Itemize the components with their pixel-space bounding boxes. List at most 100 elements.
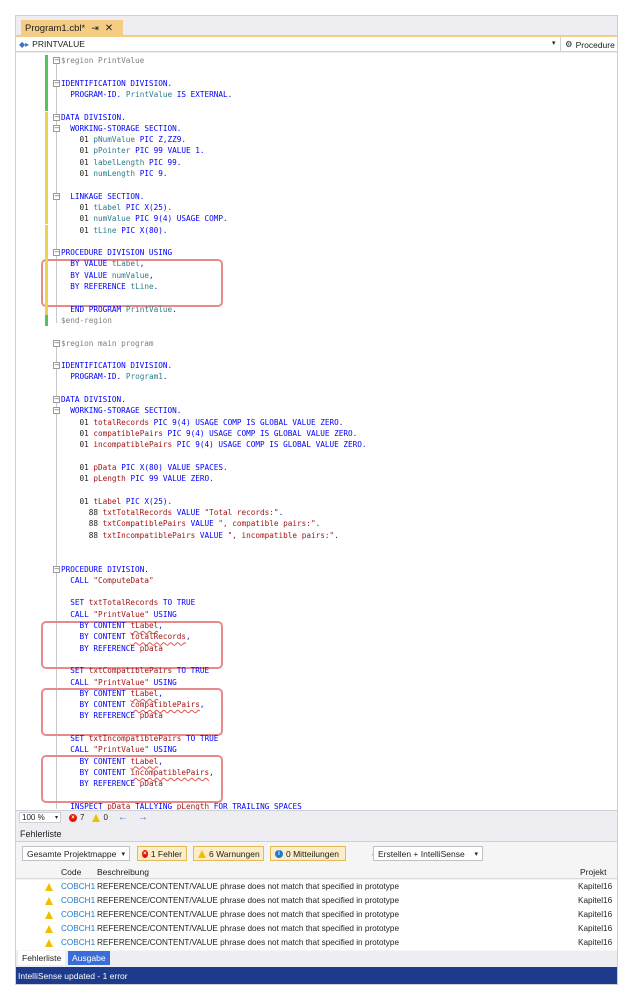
code-line[interactable]: 01 pLength PIC 99 VALUE ZERO. <box>16 473 617 484</box>
column-header-project[interactable]: Projekt <box>580 865 606 879</box>
code-line[interactable]: 88 txtTotalRecords VALUE "Total records:… <box>16 507 617 518</box>
collapse-icon[interactable]: − <box>53 113 60 121</box>
error-code-link[interactable]: COBCH1 <box>61 894 95 908</box>
warning-count-indicator[interactable]: 0 <box>92 813 108 822</box>
code-line[interactable] <box>16 722 617 733</box>
code-line[interactable] <box>16 654 617 665</box>
code-line[interactable]: 01 tLine PIC X(80). <box>16 224 617 236</box>
code-line[interactable] <box>16 66 617 78</box>
code-line[interactable]: PROGRAM-ID. Program1. <box>16 371 617 382</box>
code-line[interactable] <box>16 292 617 304</box>
code-line[interactable]: CALL "ComputeData" <box>16 575 617 586</box>
code-line[interactable]: BY CONTENT compatiblePairs, <box>16 699 617 710</box>
code-line[interactable]: 01 incompatiblePairs PIC 9(4) USAGE COMP… <box>16 439 617 450</box>
code-line[interactable] <box>16 541 617 552</box>
code-line[interactable]: 01 totalRecords PIC 9(4) USAGE COMP IS G… <box>16 417 617 428</box>
warnings-filter-button[interactable]: 6 Warnungen <box>193 846 264 861</box>
code-line[interactable] <box>16 235 617 248</box>
error-code-link[interactable]: COBCH1 <box>61 922 95 936</box>
code-line[interactable]: − LINKAGE SECTION. <box>16 190 617 202</box>
collapse-icon[interactable]: − <box>53 339 60 347</box>
code-line[interactable]: 01 labelLength PIC 99. <box>16 156 617 168</box>
errors-filter-button[interactable]: × 1 Fehler <box>137 846 187 861</box>
messages-filter-button[interactable]: i 0 Mitteilungen <box>270 846 346 861</box>
code-line[interactable]: 01 numValue PIC 9(4) USAGE COMP. <box>16 213 617 225</box>
zoom-selector[interactable]: 100 % ▾ <box>19 812 61 823</box>
code-line[interactable]: BY CONTENT tLabel, <box>16 620 617 631</box>
code-line[interactable]: 01 tLabel PIC X(25). <box>16 201 617 214</box>
code-line[interactable]: BY REFERENCE pData <box>16 778 617 789</box>
collapse-icon[interactable]: − <box>53 79 60 87</box>
code-line[interactable]: − WORKING-STORAGE SECTION. <box>16 122 617 135</box>
error-row[interactable]: COBCH1 REFERENCE/CONTENT/VALUE phrase do… <box>16 908 617 922</box>
code-line[interactable]: − PROCEDURE DIVISION. <box>16 564 617 575</box>
error-code-link[interactable]: COBCH1 <box>61 936 95 950</box>
forward-arrow-icon[interactable]: → <box>138 812 148 823</box>
code-line[interactable] <box>16 790 617 801</box>
code-line[interactable]: CALL "PrintValue" USING <box>16 609 617 620</box>
code-line[interactable]: BY CONTENT incompatiblePairs, <box>16 767 617 778</box>
collapse-icon[interactable]: − <box>53 362 60 370</box>
code-line[interactable]: − PROCEDURE DIVISION USING <box>16 247 617 259</box>
error-row[interactable]: COBCH1 REFERENCE/CONTENT/VALUE phrase do… <box>16 922 617 936</box>
code-line[interactable]: CALL "PrintValue" USING <box>16 677 617 688</box>
error-count-indicator[interactable]: × 7 <box>69 813 84 822</box>
code-line[interactable] <box>16 552 617 563</box>
code-line[interactable]: PROGRAM-ID. PrintValue IS EXTERNAL. <box>16 88 617 101</box>
code-line[interactable]: − DATA DIVISION. <box>16 394 617 405</box>
error-row[interactable]: COBCH1 REFERENCE/CONTENT/VALUE phrase do… <box>16 936 617 950</box>
code-line[interactable] <box>16 586 617 597</box>
document-tab[interactable]: Program1.cbl* ⇥ ✕ <box>21 20 123 37</box>
code-line[interactable]: 01 pData PIC X(80) VALUE SPACES. <box>16 462 617 473</box>
code-line[interactable]: INSPECT pData TALLYING pLength FOR TRAIL… <box>16 801 617 810</box>
error-row[interactable]: COBCH1 REFERENCE/CONTENT/VALUE phrase do… <box>16 894 617 908</box>
build-filter-dropdown[interactable]: Erstellen + IntelliSense ▾ <box>373 846 483 861</box>
code-line[interactable] <box>16 179 617 191</box>
column-header-code[interactable]: Code <box>61 865 81 879</box>
code-line[interactable] <box>16 484 617 495</box>
member-dropdown[interactable]: ◆▸ PRINTVALUE <box>19 39 85 49</box>
tab-output[interactable]: Ausgabe <box>68 951 110 965</box>
collapse-icon[interactable]: − <box>53 192 60 200</box>
collapse-icon[interactable]: − <box>53 124 60 132</box>
code-line[interactable] <box>16 326 617 337</box>
pin-icon[interactable]: ⇥ <box>91 23 99 34</box>
code-line[interactable]: SET txtIncompatiblePairs TO TRUE <box>16 733 617 744</box>
code-line[interactable]: 01 pNumValue PIC Z,ZZ9. <box>16 134 617 146</box>
code-line[interactable]: 88 txtCompatiblePairs VALUE ", compatibl… <box>16 518 617 529</box>
code-line[interactable] <box>16 100 617 112</box>
code-line[interactable]: − IDENTIFICATION DIVISION. <box>16 360 617 371</box>
error-row[interactable]: COBCH1 REFERENCE/CONTENT/VALUE phrase do… <box>16 880 617 894</box>
code-line[interactable] <box>16 383 617 394</box>
collapse-icon[interactable]: − <box>53 249 60 257</box>
code-line[interactable]: − $region main program <box>16 338 617 349</box>
code-line[interactable]: − DATA DIVISION. <box>16 111 617 123</box>
column-header-description[interactable]: Beschreibung <box>97 865 149 879</box>
code-line[interactable]: BY CONTENT totalRecords, <box>16 631 617 642</box>
error-code-link[interactable]: COBCH1 <box>61 880 95 894</box>
code-line[interactable]: BY REFERENCE pData <box>16 710 617 721</box>
back-arrow-icon[interactable]: ← <box>118 812 128 823</box>
code-line[interactable]: BY CONTENT tLabel, <box>16 756 617 767</box>
error-code-link[interactable]: COBCH1 <box>61 908 95 922</box>
procedure-dropdown[interactable]: ⚙ Procedure D <box>560 37 617 52</box>
collapse-icon[interactable]: − <box>53 57 60 64</box>
code-line[interactable]: 88 txtIncompatiblePairs VALUE ", incompa… <box>16 530 617 541</box>
code-line[interactable]: 01 tLabel PIC X(25). <box>16 496 617 507</box>
code-line[interactable]: BY CONTENT tLabel, <box>16 688 617 699</box>
collapse-icon[interactable]: − <box>53 565 60 573</box>
code-line[interactable]: SET txtCompatiblePairs TO TRUE <box>16 665 617 676</box>
code-line[interactable] <box>16 451 617 462</box>
code-line[interactable]: BY VALUE tLabel, <box>16 258 617 270</box>
code-line[interactable]: − IDENTIFICATION DIVISION. <box>16 77 617 89</box>
code-line[interactable]: $end-region <box>16 314 617 327</box>
code-editor[interactable]: − $region PrintValue − IDENTIFICATION DIVIS… <box>16 53 617 810</box>
code-line[interactable] <box>16 349 617 360</box>
code-line[interactable]: 01 numLength PIC 9. <box>16 168 617 180</box>
collapse-icon[interactable]: − <box>53 407 60 415</box>
close-icon[interactable]: ✕ <box>105 23 113 34</box>
code-line[interactable]: BY REFERENCE pData <box>16 643 617 654</box>
code-line[interactable]: 01 pPointer PIC 99 VALUE 1. <box>16 145 617 157</box>
code-line[interactable]: 01 compatiblePairs PIC 9(4) USAGE COMP I… <box>16 428 617 439</box>
chevron-down-icon[interactable]: ▾ <box>552 39 556 47</box>
